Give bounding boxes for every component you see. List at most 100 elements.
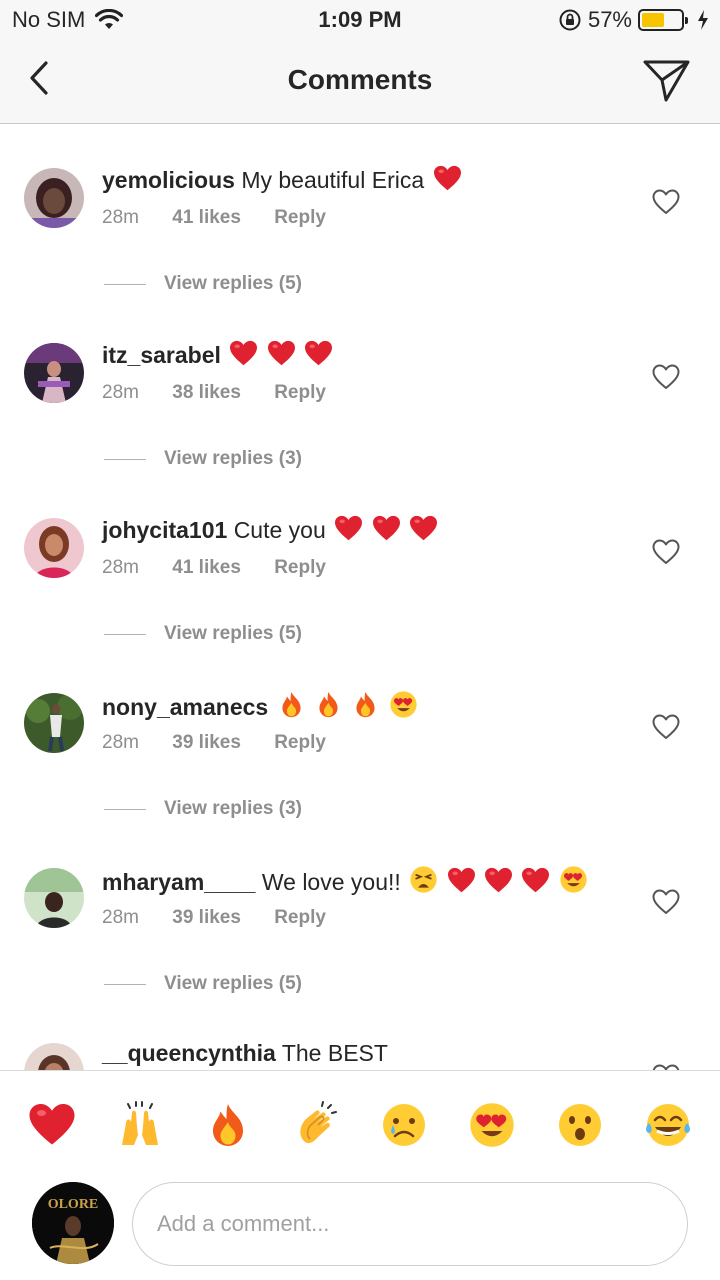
- fire-emoji-icon: [314, 690, 343, 719]
- comment-time: 28m: [102, 382, 139, 403]
- comment-item: nony_amanecs 28m 39 likes Reply View rep…: [0, 650, 720, 825]
- comment-time: 28m: [102, 732, 139, 753]
- weary-face-emoji-icon: [409, 865, 438, 894]
- comment-body: Cute you: [233, 517, 326, 543]
- charging-bolt-icon: [698, 10, 708, 30]
- heart-emoji-icon: [447, 867, 476, 894]
- view-replies-button[interactable]: View replies (5): [104, 973, 302, 995]
- heart-emoji-icon: [372, 515, 401, 542]
- nav-bar: Comments: [0, 40, 720, 124]
- comment-meta: 28m 39 likes Reply: [102, 732, 326, 754]
- view-replies-label: View replies (5): [164, 973, 302, 994]
- reply-button[interactable]: Reply: [274, 907, 326, 928]
- reply-button[interactable]: Reply: [274, 382, 326, 403]
- avatar[interactable]: [24, 1043, 84, 1070]
- comment-meta: 28m 38 likes Reply: [102, 382, 326, 404]
- comment-username[interactable]: johycita101: [102, 517, 227, 543]
- comment-item: johycita101 Cute you 28m 41 likes Reply …: [0, 475, 720, 650]
- view-replies-button[interactable]: View replies (3): [104, 448, 302, 470]
- comment-list[interactable]: yemolicious My beautiful Erica 28m 41 li…: [0, 125, 720, 1070]
- heart-eyes-emoji-icon: [389, 690, 418, 719]
- comment-likes[interactable]: 41 likes: [172, 557, 241, 578]
- avatar[interactable]: [24, 518, 84, 578]
- fire-emoji-icon: [277, 690, 306, 719]
- battery-fill: [642, 13, 664, 27]
- comment-text: itz_sarabel: [102, 340, 333, 369]
- comment-meta: 28m 41 likes Reply: [102, 207, 326, 229]
- heart-emoji-icon: [484, 867, 513, 894]
- heart-reaction-icon[interactable]: [28, 1101, 76, 1149]
- comment-input[interactable]: [132, 1182, 688, 1266]
- view-replies-label: View replies (5): [164, 623, 302, 644]
- reply-button[interactable]: Reply: [274, 207, 326, 228]
- comment-likes[interactable]: 38 likes: [172, 382, 241, 403]
- comment-body: My beautiful Erica: [241, 167, 425, 193]
- view-replies-button[interactable]: View replies (3): [104, 798, 302, 820]
- heart-emoji-icon: [304, 340, 333, 367]
- comment-username[interactable]: mharyam____: [102, 869, 255, 895]
- like-heart-icon[interactable]: [652, 189, 680, 215]
- fire-reaction-icon[interactable]: [204, 1101, 252, 1149]
- comment-username[interactable]: yemolicious: [102, 167, 235, 193]
- status-right: 57%: [558, 7, 710, 33]
- comment-username[interactable]: nony_amanecs: [102, 694, 268, 720]
- comment-item: __queencynthia The BEST: [0, 1000, 720, 1070]
- heart-eyes-reaction-icon[interactable]: [468, 1101, 516, 1149]
- avatar[interactable]: [24, 868, 84, 928]
- comment-body: We love you!!: [261, 869, 401, 895]
- comment-text: __queencynthia The BEST: [102, 1040, 388, 1067]
- battery-icon: [638, 9, 688, 31]
- comment-composer: OLORE: [0, 1170, 720, 1280]
- replies-divider: [104, 283, 146, 285]
- quick-reactions-bar: [0, 1070, 720, 1170]
- comment-text: nony_amanecs: [102, 690, 418, 721]
- comment-item: yemolicious My beautiful Erica 28m 41 li…: [0, 125, 720, 300]
- paper-plane-icon[interactable]: [642, 56, 692, 104]
- crying-face-reaction-icon[interactable]: [380, 1101, 428, 1149]
- heart-emoji-icon: [521, 867, 550, 894]
- current-user-avatar[interactable]: OLORE: [32, 1182, 114, 1264]
- replies-divider: [104, 983, 146, 985]
- heart-emoji-icon: [267, 340, 296, 367]
- like-heart-icon[interactable]: [652, 364, 680, 390]
- reply-button[interactable]: Reply: [274, 557, 326, 578]
- comment-username[interactable]: itz_sarabel: [102, 342, 221, 368]
- clapping-hands-reaction-icon[interactable]: [292, 1101, 340, 1149]
- like-heart-icon[interactable]: [652, 889, 680, 915]
- like-heart-icon[interactable]: [652, 539, 680, 565]
- comment-item: itz_sarabel 28m 38 likes Reply View repl…: [0, 300, 720, 475]
- replies-divider: [104, 633, 146, 635]
- tears-of-joy-reaction-icon[interactable]: [644, 1101, 692, 1149]
- view-replies-label: View replies (3): [164, 448, 302, 469]
- avatar[interactable]: [24, 168, 84, 228]
- heart-eyes-emoji-icon: [559, 865, 588, 894]
- comment-likes[interactable]: 39 likes: [172, 907, 241, 928]
- fire-emoji-icon: [351, 690, 380, 719]
- avatar[interactable]: [24, 693, 84, 753]
- comment-text: yemolicious My beautiful Erica: [102, 165, 462, 194]
- status-bar: No SIM 1:09 PM 57%: [0, 0, 720, 40]
- comment-time: 28m: [102, 907, 139, 928]
- page-title: Comments: [287, 64, 433, 95]
- replies-divider: [104, 808, 146, 810]
- avatar[interactable]: [24, 343, 84, 403]
- view-replies-label: View replies (5): [164, 273, 302, 294]
- battery-percent: 57%: [587, 7, 632, 32]
- comment-text: mharyam____ We love you!!: [102, 865, 588, 896]
- avatar-logo-text: OLORE: [48, 1197, 99, 1212]
- heart-emoji-icon: [229, 340, 258, 367]
- comment-meta: 28m 39 likes Reply: [102, 907, 326, 929]
- comment-text: johycita101 Cute you: [102, 515, 438, 544]
- raised-hands-reaction-icon[interactable]: [116, 1101, 164, 1149]
- view-replies-button[interactable]: View replies (5): [104, 273, 302, 295]
- comment-likes[interactable]: 41 likes: [172, 207, 241, 228]
- view-replies-button[interactable]: View replies (5): [104, 623, 302, 645]
- astonished-face-reaction-icon[interactable]: [556, 1101, 604, 1149]
- reply-button[interactable]: Reply: [274, 732, 326, 753]
- heart-emoji-icon: [409, 515, 438, 542]
- heart-emoji-icon: [334, 515, 363, 542]
- like-heart-icon[interactable]: [652, 714, 680, 740]
- comment-body: The BEST: [281, 1040, 388, 1066]
- comment-username[interactable]: __queencynthia: [102, 1040, 276, 1066]
- comment-likes[interactable]: 39 likes: [172, 732, 241, 753]
